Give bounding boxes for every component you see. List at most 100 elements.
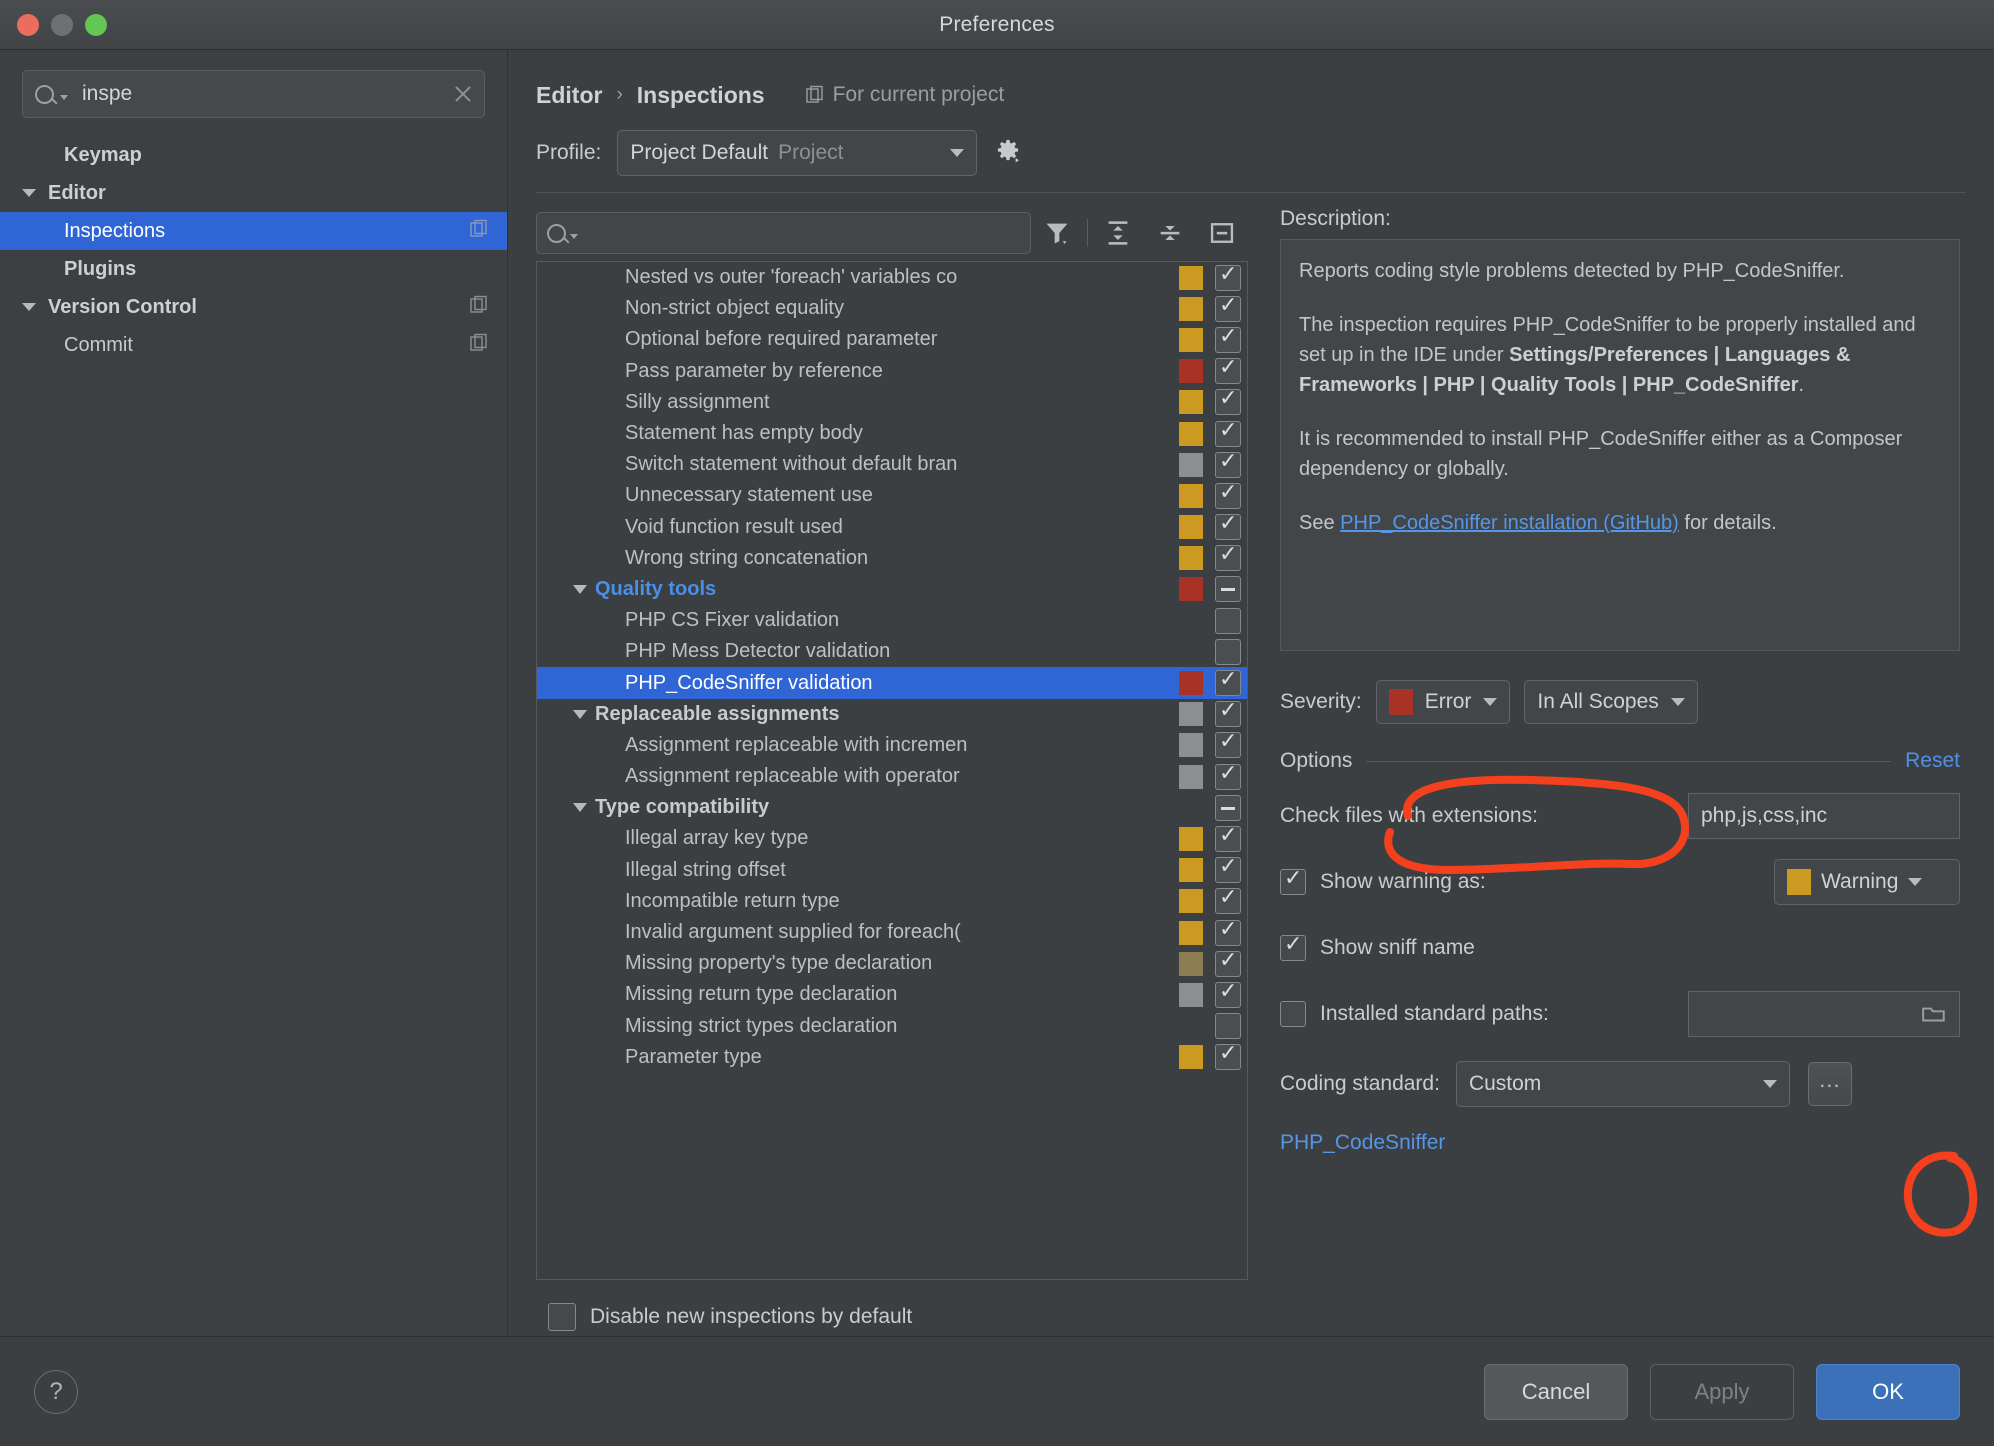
sidebar-item-keymap[interactable]: Keymap xyxy=(0,136,507,174)
inspection-row[interactable]: Parameter type xyxy=(537,1042,1247,1073)
inspection-checkbox[interactable] xyxy=(1215,857,1241,883)
gear-icon[interactable] xyxy=(993,138,1023,168)
chevron-down-icon[interactable] xyxy=(18,303,40,311)
inspection-checkbox[interactable] xyxy=(1215,795,1241,821)
clear-search-icon[interactable] xyxy=(452,83,474,105)
inspection-row[interactable]: Void function result used xyxy=(537,512,1247,543)
apply-button[interactable]: Apply xyxy=(1650,1364,1794,1420)
cancel-button[interactable]: Cancel xyxy=(1484,1364,1628,1420)
chevron-down-icon[interactable] xyxy=(573,710,587,719)
inspection-row[interactable]: Non-strict object equality xyxy=(537,293,1247,324)
inspection-row[interactable]: Silly assignment xyxy=(537,387,1247,418)
inspection-row[interactable]: Missing return type declaration xyxy=(537,979,1247,1010)
inspection-checkbox[interactable] xyxy=(1215,639,1241,665)
inspection-checkbox[interactable] xyxy=(1215,701,1241,727)
sidebar-item-commit[interactable]: Commit xyxy=(0,326,507,364)
search-input[interactable]: inspe xyxy=(76,82,444,106)
inspection-label: Void function result used xyxy=(625,516,1179,539)
inspection-row[interactable]: Illegal string offset xyxy=(537,855,1247,886)
inspection-checkbox[interactable] xyxy=(1215,545,1241,571)
sidebar-item-version-control[interactable]: Version Control xyxy=(0,288,507,326)
inspection-checkbox[interactable] xyxy=(1215,358,1241,384)
reset-box-icon[interactable] xyxy=(1196,212,1248,254)
inspection-checkbox[interactable] xyxy=(1215,1013,1241,1039)
show-sniff-checkbox[interactable] xyxy=(1280,935,1306,961)
inspection-row[interactable]: Quality tools xyxy=(537,574,1247,605)
profile-select[interactable]: Project Default Project xyxy=(617,130,977,176)
breadcrumb-parent[interactable]: Editor xyxy=(536,82,602,109)
inspection-checkbox[interactable] xyxy=(1215,483,1241,509)
inspection-checkbox[interactable] xyxy=(1215,888,1241,914)
inspection-checkbox[interactable] xyxy=(1215,514,1241,540)
inspection-checkbox[interactable] xyxy=(1215,982,1241,1008)
inspection-row[interactable]: Optional before required parameter xyxy=(537,324,1247,355)
expand-all-icon[interactable] xyxy=(1092,212,1144,254)
inspection-checkbox[interactable] xyxy=(1215,265,1241,291)
inspection-checkbox[interactable] xyxy=(1215,296,1241,322)
inspection-row[interactable]: Switch statement without default bran xyxy=(537,449,1247,480)
severity-scope-select[interactable]: In All Scopes xyxy=(1524,680,1697,724)
inspection-row[interactable]: Statement has empty body xyxy=(537,418,1247,449)
inspection-row[interactable]: Illegal array key type xyxy=(537,823,1247,854)
disable-new-inspections-checkbox[interactable] xyxy=(548,1303,576,1331)
inspection-checkbox[interactable] xyxy=(1215,764,1241,790)
codesniffer-install-link[interactable]: PHP_CodeSniffer installation (GitHub) xyxy=(1340,512,1679,534)
sidebar-item-plugins[interactable]: Plugins xyxy=(0,250,507,288)
installed-paths-input[interactable] xyxy=(1688,991,1960,1037)
inspection-checkbox[interactable] xyxy=(1215,1044,1241,1070)
show-sniff-row: Show sniff name xyxy=(1280,925,1960,971)
inspection-row[interactable]: PHP CS Fixer validation xyxy=(537,605,1247,636)
show-warning-checkbox[interactable] xyxy=(1280,869,1306,895)
folder-icon[interactable] xyxy=(1921,1003,1947,1025)
chevron-down-icon[interactable] xyxy=(573,803,587,812)
inspection-checkbox[interactable] xyxy=(1215,389,1241,415)
sidebar-item-inspections[interactable]: Inspections xyxy=(0,212,507,250)
extensions-input[interactable]: php,js,css,inc xyxy=(1688,793,1960,839)
severity-color-swatch xyxy=(1389,689,1413,715)
inspection-checkbox[interactable] xyxy=(1215,421,1241,447)
sidebar-search-box[interactable]: inspe xyxy=(22,70,485,118)
inspection-row[interactable]: Missing property's type declaration xyxy=(537,948,1247,979)
severity-select[interactable]: Error xyxy=(1376,680,1511,724)
coding-standard-select[interactable]: Custom xyxy=(1456,1061,1790,1107)
inspections-search-box[interactable] xyxy=(536,212,1031,254)
inspection-checkbox[interactable] xyxy=(1215,951,1241,977)
inspection-row[interactable]: Assignment replaceable with incremen xyxy=(537,730,1247,761)
show-warning-select[interactable]: Warning xyxy=(1774,859,1960,905)
inspection-row[interactable]: Pass parameter by reference xyxy=(537,356,1247,387)
inspection-row[interactable]: Missing strict types declaration xyxy=(537,1011,1247,1042)
chevron-down-icon[interactable] xyxy=(573,585,587,594)
inspection-checkbox[interactable] xyxy=(1215,452,1241,478)
sidebar-item-editor[interactable]: Editor xyxy=(0,174,507,212)
inspection-row[interactable]: PHP_CodeSniffer validation xyxy=(537,667,1247,698)
inspection-label: Assignment replaceable with incremen xyxy=(625,734,1179,757)
inspection-row[interactable]: Assignment replaceable with operator xyxy=(537,761,1247,792)
inspection-row[interactable]: Replaceable assignments xyxy=(537,699,1247,730)
inspection-row[interactable]: PHP Mess Detector validation xyxy=(537,636,1247,667)
inspection-row[interactable]: Invalid argument supplied for foreach( xyxy=(537,917,1247,948)
inspection-checkbox[interactable] xyxy=(1215,732,1241,758)
inspection-checkbox[interactable] xyxy=(1215,576,1241,602)
codesniffer-settings-link[interactable]: PHP_CodeSniffer xyxy=(1280,1131,1445,1154)
disable-new-inspections-row[interactable]: Disable new inspections by default xyxy=(536,1280,1248,1336)
collapse-all-icon[interactable] xyxy=(1144,212,1196,254)
inspection-row[interactable]: Unnecessary statement use xyxy=(537,480,1247,511)
inspection-checkbox[interactable] xyxy=(1215,327,1241,353)
coding-standard-browse-button[interactable]: ... xyxy=(1808,1062,1852,1106)
inspection-checkbox[interactable] xyxy=(1215,608,1241,634)
inspection-checkbox[interactable] xyxy=(1215,670,1241,696)
inspection-checkbox[interactable] xyxy=(1215,920,1241,946)
installed-paths-checkbox[interactable] xyxy=(1280,1001,1306,1027)
ok-button[interactable]: OK xyxy=(1816,1364,1960,1420)
inspection-row[interactable]: Wrong string concatenation xyxy=(537,543,1247,574)
filter-funnel-icon[interactable] xyxy=(1031,212,1083,254)
inspection-row[interactable]: Type compatibility xyxy=(537,792,1247,823)
inspection-row[interactable]: Nested vs outer 'foreach' variables co xyxy=(537,262,1247,293)
inspections-tree[interactable]: Nested vs outer 'foreach' variables coNo… xyxy=(536,261,1248,1280)
inspection-row[interactable]: Incompatible return type xyxy=(537,886,1247,917)
inspection-checkbox[interactable] xyxy=(1215,826,1241,852)
chevron-down-icon[interactable] xyxy=(18,189,40,197)
reset-options-link[interactable]: Reset xyxy=(1905,749,1960,773)
disable-new-inspections-label: Disable new inspections by default xyxy=(590,1305,912,1329)
help-button[interactable]: ? xyxy=(34,1370,78,1414)
